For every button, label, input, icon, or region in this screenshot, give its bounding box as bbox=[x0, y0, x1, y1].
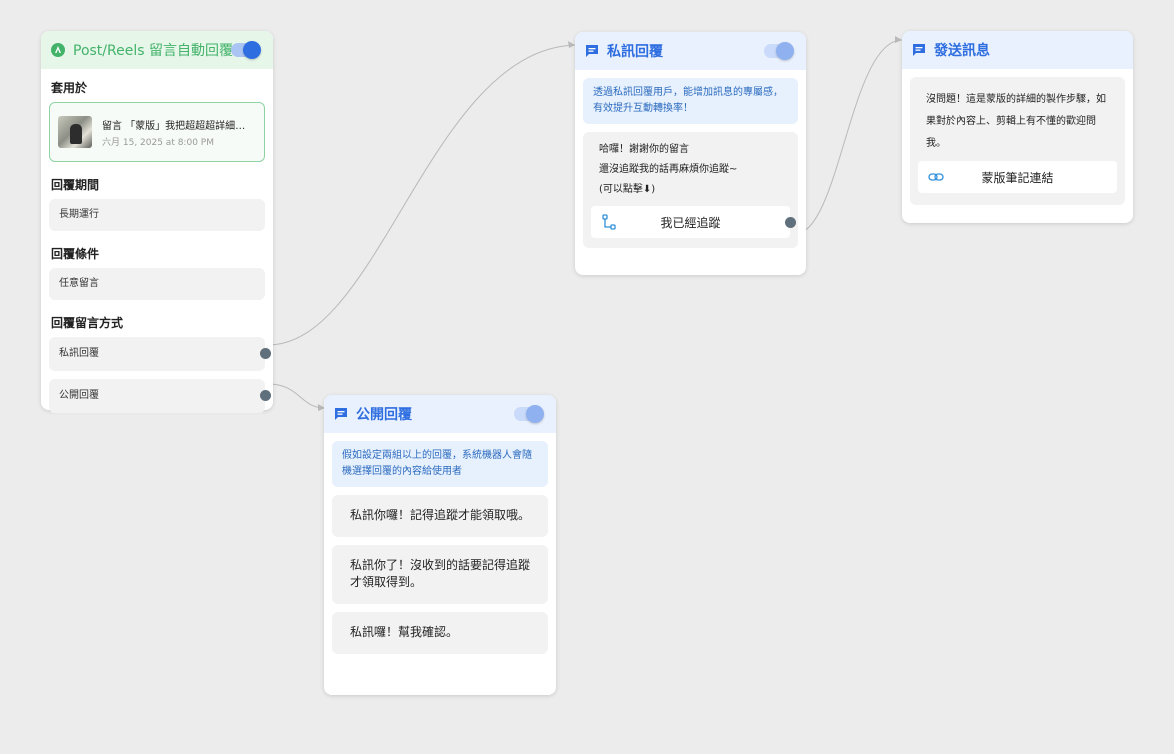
followed-output-port[interactable] bbox=[785, 217, 796, 228]
post-selector[interactable]: 留言 「蒙版」我把超超超詳細步... 六月 15, 2025 at 8:00 P… bbox=[49, 102, 265, 162]
public-reply-option[interactable]: 私訊你了！沒收到的話要記得追蹤才領取得到。 bbox=[332, 545, 548, 604]
send-message-box[interactable]: 沒問題！這是蒙版的詳細的製作步驟，如果對於內容上、剪輯上有不懂的歡迎問我。 蒙版… bbox=[910, 77, 1125, 205]
private-reply-card[interactable]: 私訊回覆 透過私訊回覆用戶，能增加訊息的專屬感，有效提升互動轉換率！ 哈囉！謝謝… bbox=[575, 32, 806, 275]
apply-label: 套用於 bbox=[51, 81, 88, 95]
note-link-label: 蒙版筆記連結 bbox=[981, 170, 1054, 185]
period-label: 回覆期間 bbox=[51, 178, 100, 192]
link-icon bbox=[928, 173, 944, 181]
connector-private bbox=[267, 44, 576, 346]
condition-label: 回覆條件 bbox=[51, 247, 100, 261]
trigger-enable-toggle[interactable] bbox=[231, 41, 261, 59]
public-enable-toggle[interactable] bbox=[514, 405, 544, 423]
private-card-header: 私訊回覆 bbox=[575, 32, 806, 70]
followed-button-label: 我已經追蹤 bbox=[660, 215, 721, 230]
note-link-button[interactable]: 蒙版筆記連結 bbox=[918, 161, 1117, 193]
send-message-text: 沒問題！這是蒙版的詳細的製作步驟，如果對於內容上、剪輯上有不懂的歡迎問我。 bbox=[926, 94, 1106, 149]
instagram-badge-icon bbox=[51, 43, 65, 57]
private-message-box[interactable]: 哈囉！謝謝你的留言 還沒追蹤我的話再麻煩你追蹤~ (可以點擊⬇) 我已經追蹤 bbox=[583, 132, 798, 248]
public-reply-option[interactable]: 私訊你囉！記得追蹤才能領取哦。 bbox=[332, 495, 548, 537]
send-message-card[interactable]: 發送訊息 沒問題！這是蒙版的詳細的製作步驟，如果對於內容上、剪輯上有不懂的歡迎問… bbox=[902, 31, 1133, 223]
chat-bubble-icon bbox=[335, 408, 347, 420]
public-reply-option[interactable]: 私訊囉！幫我確認。 bbox=[332, 612, 548, 654]
method-public-row[interactable]: 公開回覆 bbox=[49, 379, 271, 413]
chat-bubble-icon bbox=[586, 45, 598, 57]
toggle-knob bbox=[776, 42, 794, 60]
condition-select[interactable]: 任意留言 bbox=[49, 268, 265, 300]
private-enable-toggle[interactable] bbox=[764, 42, 794, 60]
post-thumbnail bbox=[58, 116, 92, 148]
message-line: 還沒追蹤我的話再麻煩你追蹤~ bbox=[599, 164, 738, 175]
public-info-note: 假如設定兩組以上的回覆，系統機器人會隨機選擇回覆的內容給使用者 bbox=[332, 441, 548, 487]
post-title: 留言 「蒙版」我把超超超詳細步... bbox=[102, 120, 252, 132]
private-card-title: 私訊回覆 bbox=[607, 44, 663, 60]
public-output-port[interactable] bbox=[260, 390, 271, 401]
public-card-header: 公開回覆 bbox=[324, 395, 556, 433]
private-info-note: 透過私訊回覆用戶，能增加訊息的專屬感，有效提升互動轉換率！ bbox=[583, 78, 798, 124]
send-card-header: 發送訊息 bbox=[902, 31, 1133, 69]
post-date: 六月 15, 2025 at 8:00 PM bbox=[102, 137, 214, 148]
toggle-knob bbox=[243, 41, 261, 59]
chat-bubble-icon bbox=[913, 44, 925, 56]
toggle-knob bbox=[526, 405, 544, 423]
method-private-row[interactable]: 私訊回覆 bbox=[49, 337, 271, 371]
message-line: (可以點擊⬇) bbox=[599, 184, 656, 195]
followed-button[interactable]: 我已經追蹤 bbox=[591, 206, 796, 238]
trigger-card[interactable]: Post/Reels 留言自動回覆 套用於 留言 「蒙版」我把超超超詳細步...… bbox=[41, 31, 273, 413]
send-card-title: 發送訊息 bbox=[934, 43, 990, 59]
method-public-label: 公開回覆 bbox=[59, 390, 99, 401]
flow-branch-icon bbox=[602, 214, 616, 230]
trigger-card-title: Post/Reels 留言自動回覆 bbox=[73, 43, 233, 59]
public-reply-card[interactable]: 公開回覆 假如設定兩組以上的回覆，系統機器人會隨機選擇回覆的內容給使用者 私訊你… bbox=[324, 395, 556, 695]
connector-send bbox=[794, 39, 903, 235]
period-select[interactable]: 長期運行 bbox=[49, 199, 265, 231]
private-output-port[interactable] bbox=[260, 348, 271, 359]
public-card-title: 公開回覆 bbox=[356, 407, 412, 423]
trigger-card-header: Post/Reels 留言自動回覆 bbox=[41, 31, 273, 69]
method-private-label: 私訊回覆 bbox=[59, 348, 99, 359]
message-line: 哈囉！謝謝你的留言 bbox=[599, 144, 689, 155]
connector-public bbox=[267, 383, 326, 409]
method-label: 回覆留言方式 bbox=[51, 316, 124, 330]
